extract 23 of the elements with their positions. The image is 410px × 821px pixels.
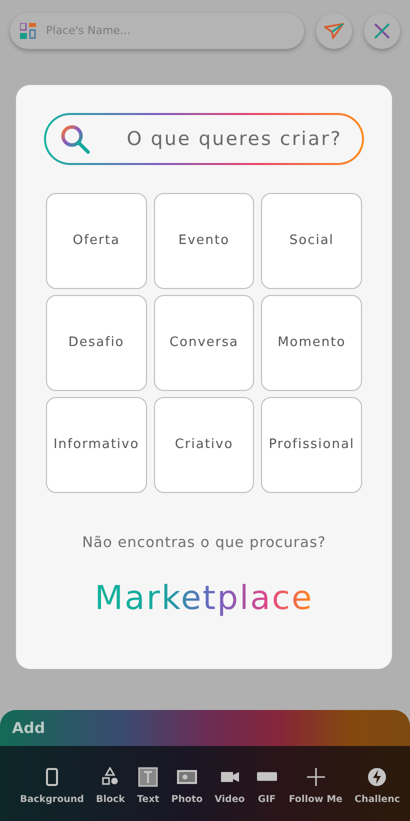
panel-title: Add [12, 718, 46, 739]
tool-button[interactable]: Text [130, 767, 166, 808]
category-button[interactable]: Conversa [154, 295, 254, 391]
category-button[interactable]: Informativo [46, 397, 147, 493]
category-button[interactable]: Profissional [261, 397, 362, 493]
search-field[interactable]: O que queres criar? [44, 113, 364, 165]
text-input[interactable]: O que queres criar? [90, 124, 344, 154]
tool-button[interactable]: Background [14, 767, 90, 808]
category-button[interactable]: Oferta [46, 193, 147, 289]
category-button[interactable]: Evento [154, 193, 254, 289]
category-button[interactable]: Criativo [154, 397, 254, 493]
tool-button[interactable]: Challenc [348, 767, 406, 808]
tool-button[interactable]: Photo [165, 767, 209, 808]
place-name-field[interactable]: Place's Name... [10, 13, 304, 49]
category-button[interactable]: Social [261, 193, 362, 289]
category-button[interactable]: Momento [261, 295, 362, 391]
tool-button[interactable]: Video [208, 767, 251, 808]
tool-button[interactable]: Follow Me [282, 767, 348, 808]
text-input[interactable]: Place's Name... [44, 22, 294, 40]
tool-button[interactable]: GIF [250, 767, 283, 808]
prompt-text: Não encontras o que procuras? [81, 534, 327, 553]
category-button[interactable]: Desafio [46, 295, 147, 391]
tool-button[interactable]: Block [90, 767, 131, 808]
